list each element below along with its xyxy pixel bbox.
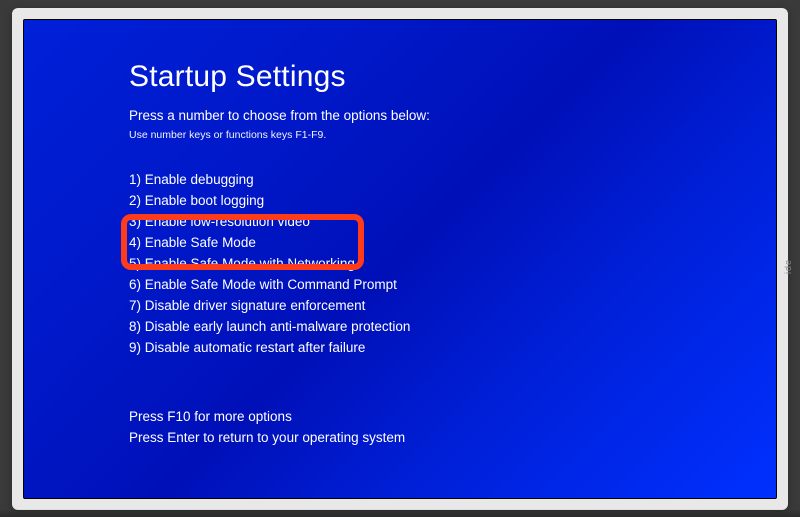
- option-8-disable-anti-malware[interactable]: 8) Disable early launch anti-malware pro…: [129, 316, 676, 337]
- desk-surface-shadow: [0, 509, 800, 517]
- option-2-boot-logging[interactable]: 2) Enable boot logging: [129, 190, 676, 211]
- options-list: 1) Enable debugging 2) Enable boot loggi…: [129, 169, 676, 358]
- option-5-safe-mode-networking[interactable]: 5) Enable Safe Mode with Networking: [129, 253, 676, 274]
- page-title: Startup Settings: [129, 60, 676, 94]
- option-4-safe-mode[interactable]: 4) Enable Safe Mode: [129, 232, 676, 253]
- option-6-safe-mode-command-prompt[interactable]: 6) Enable Safe Mode with Command Prompt: [129, 274, 676, 295]
- footer-return: Press Enter to return to your operating …: [129, 427, 676, 448]
- laptop-bezel: Startup Settings Press a number to choos…: [12, 8, 788, 510]
- option-9-disable-auto-restart[interactable]: 9) Disable automatic restart after failu…: [129, 337, 676, 358]
- bezel-label: ide: [783, 259, 793, 274]
- startup-settings-screen: Startup Settings Press a number to choos…: [23, 19, 777, 499]
- footer-more-options: Press F10 for more options: [129, 406, 676, 427]
- hint-text: Use number keys or functions keys F1-F9.: [129, 129, 676, 141]
- option-7-disable-driver-signature[interactable]: 7) Disable driver signature enforcement: [129, 295, 676, 316]
- subtitle-text: Press a number to choose from the option…: [129, 108, 676, 123]
- option-3-low-resolution-video[interactable]: 3) Enable low-resolution video: [129, 211, 676, 232]
- option-1-debugging[interactable]: 1) Enable debugging: [129, 169, 676, 190]
